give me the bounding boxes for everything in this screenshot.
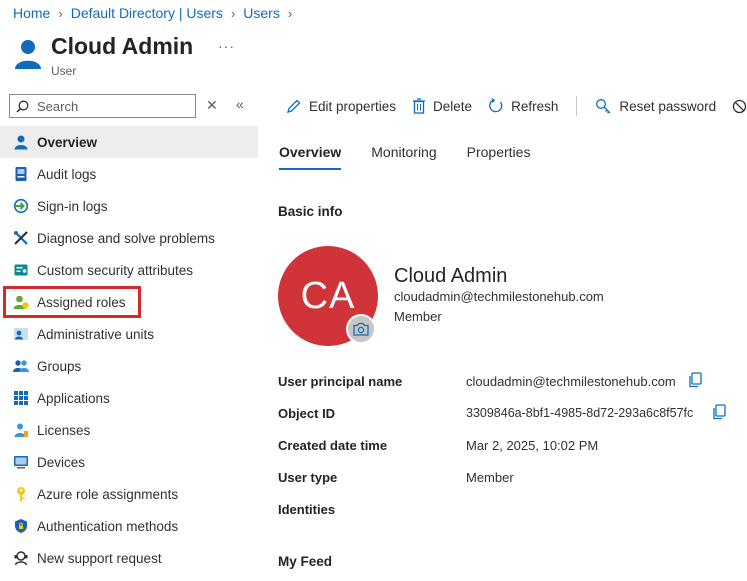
sidebar-item-audit-logs[interactable]: Audit logs [0,158,258,190]
sidebar-item-groups[interactable]: Groups [0,350,258,382]
license-icon [12,421,30,439]
sidebar-item-label: Sign-in logs [37,198,108,214]
tab-properties[interactable]: Properties [467,144,531,170]
audit-log-icon [12,165,30,183]
admin-units-icon [12,325,30,343]
assigned-roles-highlight [3,286,141,318]
prop-value-user-type: Member [466,470,514,485]
command-bar: Edit properties Delete Refresh Reset pas… [286,96,747,116]
sidebar-item-label: Licenses [37,422,91,438]
shield-icon [12,517,30,535]
prop-label-upn: User principal name [278,374,403,389]
delete-button[interactable]: Delete [412,98,472,114]
user-email: cloudadmin@techmilestonehub.com [394,289,604,304]
support-icon [12,549,30,567]
reset-password-label: Reset password [619,98,717,114]
copy-icon[interactable] [688,372,703,388]
edit-properties-label: Edit properties [309,98,397,114]
sidebar-item-diagnose[interactable]: Diagnose and solve problems [0,222,258,254]
change-photo-button[interactable] [346,314,376,344]
user-icon [12,133,30,151]
key-search-icon [596,99,611,114]
refresh-label: Refresh [511,98,559,114]
sidebar-item-sign-in-logs[interactable]: Sign-in logs [0,190,258,222]
apps-grid-icon [12,389,30,407]
prop-value-upn: cloudadmin@techmilestonehub.com [466,374,676,389]
wrench-icon [12,229,30,247]
breadcrumb-users[interactable]: Users [243,5,280,21]
sidebar-item-new-support-request[interactable]: New support request [0,542,258,574]
breadcrumb-home[interactable]: Home [13,5,50,21]
block-sign-in-button[interactable]: R [732,99,747,114]
sidebar-item-authentication-methods[interactable]: Authentication methods [0,510,258,542]
sidebar-item-licenses[interactable]: Licenses [0,414,258,446]
sidebar-item-administrative-units[interactable]: Administrative units [0,318,258,350]
reset-password-button[interactable]: Reset password [595,98,716,114]
tab-bar: Overview Monitoring Properties [279,144,560,170]
breadcrumb-default-directory[interactable]: Default Directory | Users [71,5,223,21]
prop-label-object-id: Object ID [278,406,336,421]
sidebar-item-applications[interactable]: Applications [0,382,258,414]
sidebar-item-label: Custom security attributes [37,262,194,278]
my-feed-title: My Feed [278,554,333,569]
sidebar-item-custom-security-attributes[interactable]: Custom security attributes [0,254,258,286]
prop-value-object-id: 3309846a-8bf1-4985-8d72-293a6c8f57fc [466,406,694,420]
clear-search-button[interactable]: ✕ [206,97,218,114]
prop-label-identities: Identities [278,502,336,517]
sidebar-item-label: Audit logs [37,166,97,182]
sidebar-item-label: Administrative units [37,326,155,342]
search-icon [16,100,29,113]
device-icon [12,453,30,471]
search-box [9,94,196,118]
prop-label-user-type: User type [278,470,338,485]
sidebar-item-label: Authentication methods [37,518,179,534]
chevron-right-icon: › [58,5,63,21]
sidebar-item-label: Diagnose and solve problems [37,230,215,246]
toolbar-divider [576,96,578,116]
sidebar-item-label: Azure role assignments [37,486,179,502]
copy-icon[interactable] [712,404,727,420]
pencil-icon [287,99,301,113]
refresh-icon [489,98,503,113]
edit-properties-button[interactable]: Edit properties [286,98,396,114]
basic-info-title: Basic info [278,204,343,219]
sidebar-item-label: Overview [37,134,98,150]
collapse-sidebar-button[interactable]: « [236,96,244,112]
more-options-button[interactable]: ··· [218,38,235,54]
close-icon: ✕ [206,97,218,113]
trash-icon [413,98,426,114]
user-icon [15,40,41,69]
sidebar-item-label: New support request [37,550,162,566]
page-subtitle: User [51,64,77,78]
refresh-button[interactable]: Refresh [488,98,558,114]
delete-label: Delete [433,98,473,114]
prop-label-created: Created date time [278,438,388,453]
tab-overview[interactable]: Overview [279,144,342,170]
page-title: Cloud Admin [51,33,194,59]
sidebar-item-azure-role-assignments[interactable]: Azure role assignments [0,478,258,510]
chevron-right-icon: › [230,5,236,21]
user-type: Member [394,309,442,324]
attributes-icon [12,261,30,279]
key-icon [12,485,30,503]
sidebar-item-label: Groups [37,358,82,374]
sidebar-item-devices[interactable]: Devices [0,446,258,478]
sidebar: Overview Audit logs Sign-in logs Diagnos… [0,126,258,574]
tab-monitoring[interactable]: Monitoring [371,144,436,170]
block-icon [733,99,747,113]
sidebar-item-label: Applications [37,390,110,406]
breadcrumb: Home › Default Directory | Users › Users… [13,5,300,21]
sign-in-icon [12,197,30,215]
chevron-right-icon: › [287,5,293,21]
search-input[interactable] [35,97,185,115]
double-chevron-left-icon: « [236,96,244,112]
prop-value-created: Mar 2, 2025, 10:02 PM [466,438,599,453]
camera-icon [353,322,369,336]
sidebar-item-overview[interactable]: Overview [0,126,258,158]
sidebar-item-label: Devices [37,454,86,470]
user-display-name: Cloud Admin [394,265,508,287]
groups-icon [12,357,30,375]
